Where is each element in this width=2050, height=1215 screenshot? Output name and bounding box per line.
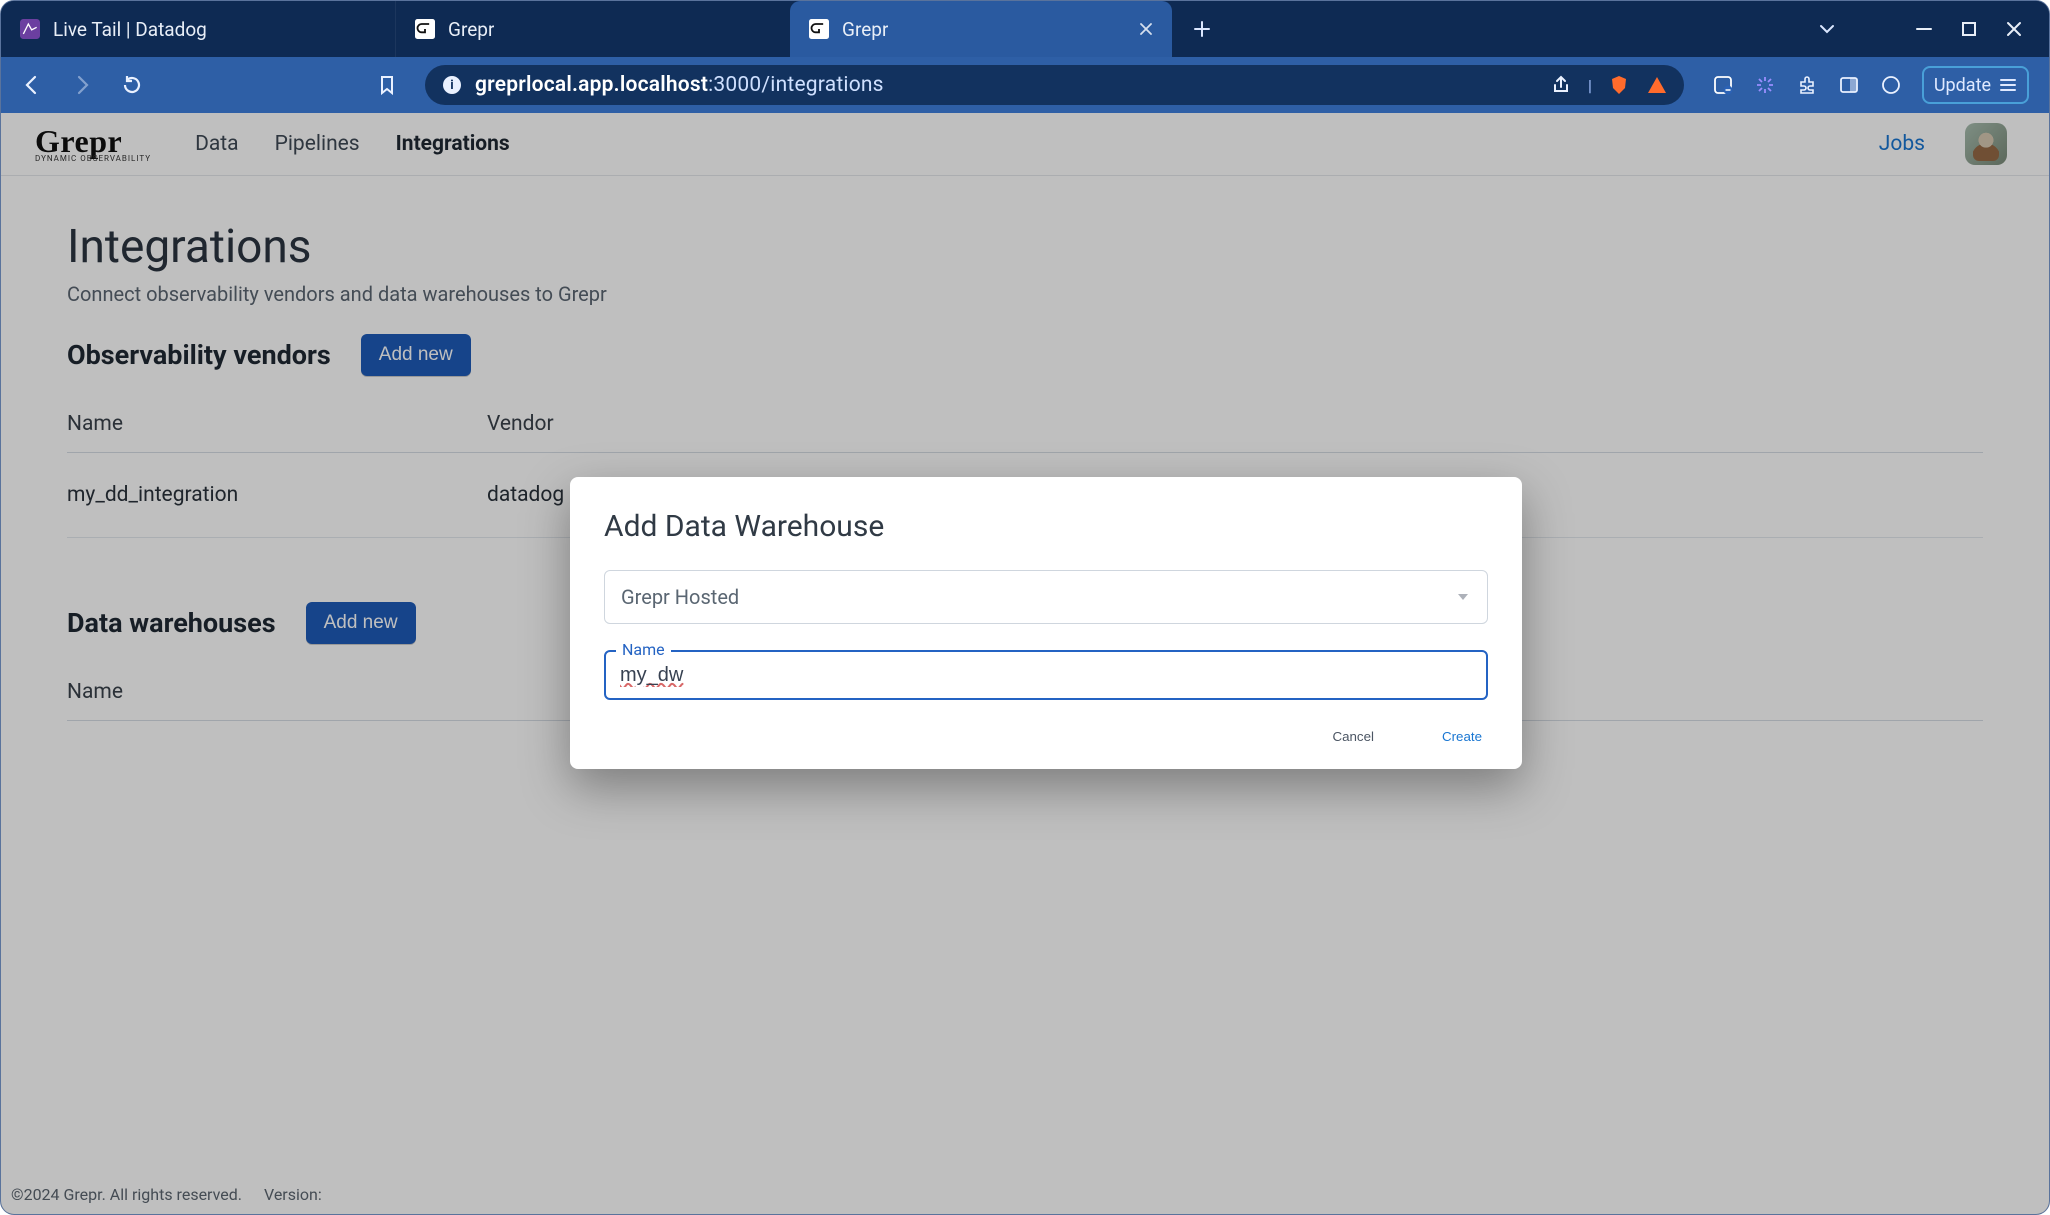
name-label: Name bbox=[616, 640, 671, 659]
window-maximize-icon[interactable] bbox=[1961, 21, 1977, 37]
datadog-favicon-icon bbox=[19, 18, 41, 40]
tab-grepr-1[interactable]: Grepr bbox=[395, 1, 782, 57]
site-info-icon[interactable]: i bbox=[441, 74, 463, 96]
new-tab-button[interactable] bbox=[1180, 1, 1224, 57]
close-tab-icon[interactable] bbox=[1138, 21, 1154, 37]
nav-arrows bbox=[21, 74, 143, 96]
update-button[interactable]: Update bbox=[1922, 66, 2029, 104]
nav-forward-icon[interactable] bbox=[71, 74, 93, 96]
window-minimize-icon[interactable] bbox=[1915, 20, 1933, 38]
tab-title: Grepr bbox=[842, 18, 888, 41]
bookmark-button[interactable] bbox=[367, 74, 407, 96]
browser-tabs: Live Tail | Datadog Grepr Grepr bbox=[1, 1, 1799, 57]
warehouse-name-field: Name bbox=[604, 650, 1488, 700]
browser-toolbar: i greprlocal.app.localhost:3000/integrat… bbox=[1, 57, 2049, 113]
app-page: Grepr DYNAMIC OBSERVABILITY Data Pipelin… bbox=[1, 113, 2049, 1214]
night-mode-icon[interactable] bbox=[1880, 74, 1902, 96]
grepr-favicon-icon bbox=[414, 18, 436, 40]
url-bar[interactable]: i greprlocal.app.localhost:3000/integrat… bbox=[425, 65, 1684, 105]
panel-icon[interactable] bbox=[1838, 74, 1860, 96]
extensions-icon[interactable] bbox=[1796, 74, 1818, 96]
add-data-warehouse-modal: Add Data Warehouse Grepr Hosted Name Can… bbox=[570, 477, 1522, 769]
grepr-favicon-icon bbox=[808, 18, 830, 40]
spinner-icon[interactable] bbox=[1754, 74, 1776, 96]
warehouse-name-input[interactable] bbox=[604, 650, 1488, 700]
nav-back-icon[interactable] bbox=[21, 74, 43, 96]
toolbar-right: Update bbox=[1712, 66, 2029, 104]
brave-warning-icon[interactable] bbox=[1646, 74, 1668, 96]
tab-title: Live Tail | Datadog bbox=[53, 18, 207, 41]
svg-text:i: i bbox=[450, 78, 453, 93]
cancel-button[interactable]: Cancel bbox=[1326, 728, 1380, 745]
share-icon[interactable] bbox=[1550, 74, 1572, 96]
window-close-icon[interactable] bbox=[2005, 20, 2023, 38]
tab-datadog[interactable]: Live Tail | Datadog bbox=[1, 1, 395, 57]
create-button[interactable]: Create bbox=[1436, 728, 1488, 745]
browser-titlebar: Live Tail | Datadog Grepr Grepr bbox=[1, 1, 2049, 57]
window-controls bbox=[1799, 1, 2049, 57]
modal-actions: Cancel Create bbox=[604, 728, 1488, 745]
extension-block-icon[interactable] bbox=[1712, 74, 1734, 96]
tab-grepr-active[interactable]: Grepr bbox=[790, 1, 1172, 57]
reload-icon[interactable] bbox=[121, 74, 143, 96]
select-value: Grepr Hosted bbox=[621, 585, 739, 609]
url-text: greprlocal.app.localhost:3000/integratio… bbox=[475, 73, 1538, 97]
modal-title: Add Data Warehouse bbox=[604, 509, 1488, 544]
chevron-down-icon bbox=[1455, 589, 1471, 605]
update-label: Update bbox=[1934, 75, 1991, 96]
warehouse-type-select[interactable]: Grepr Hosted bbox=[604, 570, 1488, 624]
brave-shield-icon[interactable] bbox=[1608, 74, 1630, 96]
tab-title: Grepr bbox=[448, 18, 494, 41]
chevron-down-icon[interactable] bbox=[1817, 19, 1837, 39]
menu-lines-icon bbox=[1999, 76, 2017, 94]
